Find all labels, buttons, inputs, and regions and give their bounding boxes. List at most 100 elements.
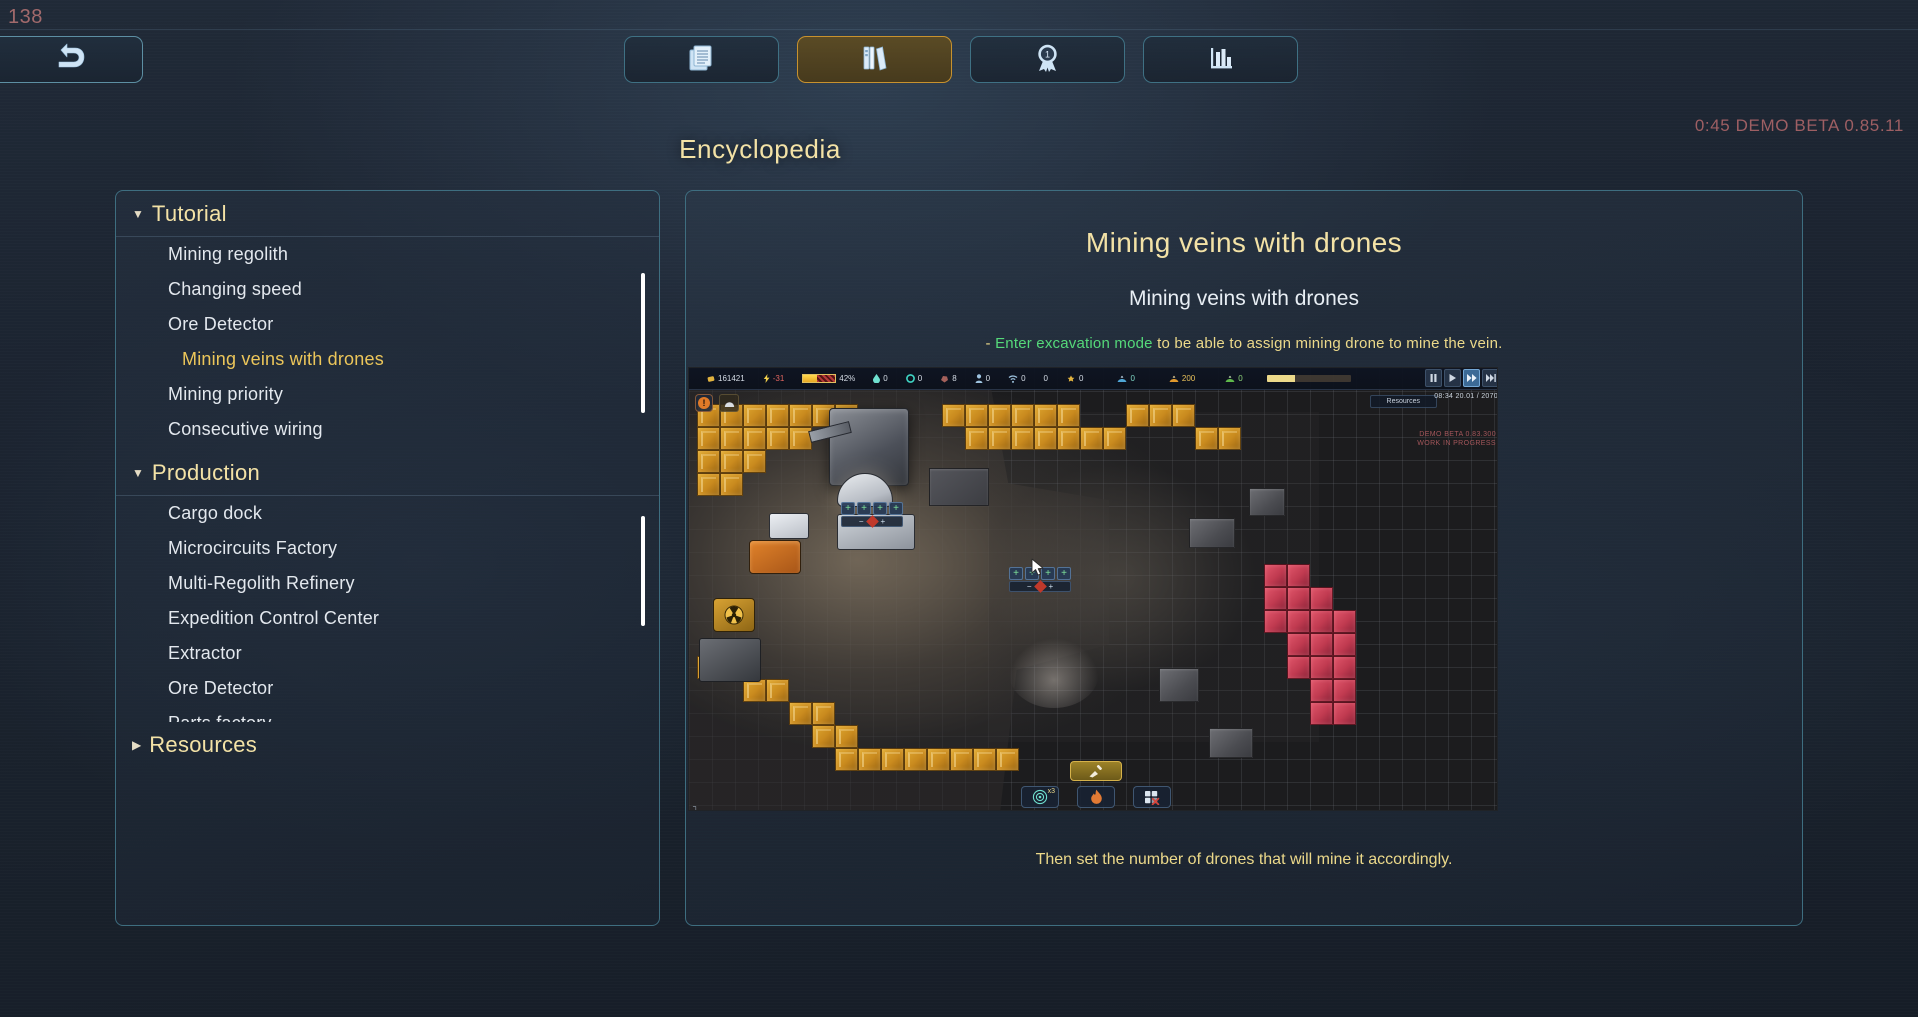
grid-cancel-button[interactable]	[1133, 786, 1171, 808]
sidebar-section-header-resources[interactable]: ▶ Resources	[116, 722, 659, 768]
ore-icon	[940, 375, 949, 383]
excavate-mode-button[interactable]	[1070, 761, 1122, 781]
sidebar-item-cargo-dock[interactable]: Cargo dock	[116, 496, 659, 531]
watermark-line-2: WORK IN PROGRESS	[1417, 440, 1496, 448]
sidebar-item-finding-hidden-objects[interactable]: Finding hidden objects	[116, 447, 659, 450]
drone-plus-button[interactable]: +	[1049, 582, 1054, 591]
sidebar-section-resources: ▶ Resources	[116, 722, 659, 768]
drone-plus-button[interactable]: +	[881, 517, 886, 526]
drone-assignment-widget-upper[interactable]: + + + + − +	[841, 502, 903, 528]
tab-missions[interactable]	[624, 36, 779, 83]
gold-pile-icon	[1169, 375, 1179, 383]
sidebar-item-parts-factory[interactable]: Parts factory	[116, 706, 659, 722]
game-watermark: DEMO BETA 0.83.300 WORK IN PROGRESS	[1417, 430, 1496, 449]
drone-cell[interactable]: +	[873, 502, 887, 515]
hud-battery-value: 42%	[839, 374, 856, 383]
hud-oxygen: 0	[905, 374, 922, 383]
play-button[interactable]	[1444, 369, 1461, 387]
bullet-highlight: Enter excavation mode	[995, 335, 1153, 352]
radiation-icon	[724, 605, 744, 625]
drone-stepper[interactable]: − +	[841, 515, 903, 528]
hud-credits: 161421	[707, 374, 745, 383]
hud-gold-pile: 200	[1169, 374, 1195, 383]
dark-machinery	[699, 638, 761, 682]
oxygen-icon	[905, 374, 915, 383]
watermark-line-1: DEMO BETA 0.83.300	[1419, 431, 1496, 438]
sidebar-item-mining-veins-with-drones[interactable]: Mining veins with drones	[116, 342, 659, 377]
hud-ore: 8	[940, 374, 957, 383]
sidebar-item-multi-regolith-refinery[interactable]: Multi-Regolith Refinery	[116, 566, 659, 601]
hud-science: 0	[1066, 374, 1083, 383]
hud-colonists-value: 0	[985, 374, 991, 383]
books-icon	[859, 42, 890, 78]
sidebar-item-extractor[interactable]: Extractor	[116, 636, 659, 671]
alert-badge[interactable]: !	[695, 394, 713, 412]
hud-green-pile: 0	[1225, 374, 1243, 383]
game-bottom-toolbar[interactable]: x3	[689, 761, 1497, 808]
colonist-icon	[975, 374, 983, 383]
hud-science-value: 0	[1079, 374, 1084, 383]
resources-tab-button[interactable]: Resources	[1369, 395, 1437, 408]
game-hud-bar: 161421 -31 42% 0 0 8 0 0 0 0 0 200 0	[689, 368, 1497, 390]
build-menu-button[interactable]	[719, 394, 739, 412]
sidebar-item-mining-regolith[interactable]: Mining regolith	[116, 237, 659, 272]
game-datetime: 08:34 20.01 / 2070	[1434, 393, 1498, 400]
green-pile-icon	[1225, 375, 1235, 383]
drone-resource-icon	[1033, 580, 1047, 593]
sidebar-scrollbar-production[interactable]	[641, 516, 645, 626]
chevron-down-icon: ▼	[132, 206, 144, 221]
drone-minus-button[interactable]: −	[1027, 582, 1032, 591]
sidebar-item-expedition-control-center[interactable]: Expedition Control Center	[116, 601, 659, 636]
top-divider-strip	[0, 0, 1918, 30]
sidebar-section-label: Tutorial	[151, 200, 227, 226]
sidebar-item-microcircuits-factory[interactable]: Microcircuits Factory	[116, 531, 659, 566]
excavate-shovel-icon	[1089, 764, 1102, 777]
back-button[interactable]	[0, 36, 143, 83]
hud-battery: 42%	[802, 374, 855, 383]
crater-smoke	[1009, 638, 1099, 708]
chevron-down-icon: ▼	[132, 465, 144, 480]
drone-cell[interactable]: +	[857, 502, 871, 515]
tutorial-screenshot: 161421 -31 42% 0 0 8 0 0 0 0 0 200 0 ! R…	[688, 367, 1498, 811]
sidebar-item-consecutive-wiring[interactable]: Consecutive wiring	[116, 412, 659, 447]
hud-power-value: -31	[772, 374, 785, 383]
grid-cancel-icon	[1144, 790, 1159, 805]
sidebar-item-ore-detector-production[interactable]: Ore Detector	[116, 671, 659, 706]
article-title: Mining veins with drones	[1085, 227, 1403, 258]
sidebar-item-changing-speed[interactable]: Changing speed	[116, 272, 659, 307]
award-ribbon-icon: 1	[1032, 42, 1063, 78]
sidebar-section-production: ▼ Production Cargo dock Microcircuits Fa…	[116, 450, 659, 722]
sidebar-section-header-tutorial[interactable]: ▼ Tutorial	[116, 191, 659, 237]
encyclopedia-sidebar[interactable]: ▼ Tutorial Mining regolith Changing spee…	[115, 190, 660, 926]
pause-button[interactable]	[1425, 369, 1442, 387]
sidebar-item-mining-priority[interactable]: Mining priority	[116, 377, 659, 412]
hud-water-value: 0	[883, 374, 888, 383]
bar-chart-icon	[1205, 42, 1236, 78]
documents-icon	[686, 42, 717, 78]
drone-cell[interactable]: +	[1009, 567, 1023, 580]
tab-encyclopedia[interactable]	[797, 36, 952, 83]
drone-cell-row[interactable]: + + + +	[841, 502, 903, 515]
sidebar-section-header-production[interactable]: ▼ Production	[116, 450, 659, 496]
ultra-speed-button[interactable]	[1482, 369, 1497, 387]
drone-minus-button[interactable]: −	[859, 517, 864, 526]
main-tab-bar[interactable]: 1	[624, 36, 1298, 83]
hud-ore-value: 8	[952, 374, 957, 383]
tab-achievements[interactable]: 1	[970, 36, 1125, 83]
drone-cell[interactable]: +	[841, 502, 855, 515]
drone-cell[interactable]: +	[889, 502, 903, 515]
hud-progress-bar	[1266, 375, 1351, 382]
tab-statistics[interactable]	[1143, 36, 1298, 83]
flame-tool-button[interactable]	[1077, 786, 1115, 808]
game-toolbar-row[interactable]: x3	[1021, 786, 1171, 808]
fast-forward-button[interactable]	[1463, 369, 1480, 387]
sidebar-item-ore-detector[interactable]: Ore Detector	[116, 307, 659, 342]
sidebar-scrollbar-tutorial[interactable]	[641, 273, 645, 413]
science-icon	[1066, 375, 1076, 383]
chevron-right-icon: ▶	[132, 738, 142, 752]
drone-cell[interactable]: +	[1057, 567, 1071, 580]
speed-controls[interactable]	[1425, 369, 1497, 387]
radar-target-button[interactable]: x3	[1021, 786, 1059, 808]
page-title: Encyclopedia	[0, 134, 1918, 165]
drone-stepper[interactable]: − +	[1009, 580, 1071, 593]
